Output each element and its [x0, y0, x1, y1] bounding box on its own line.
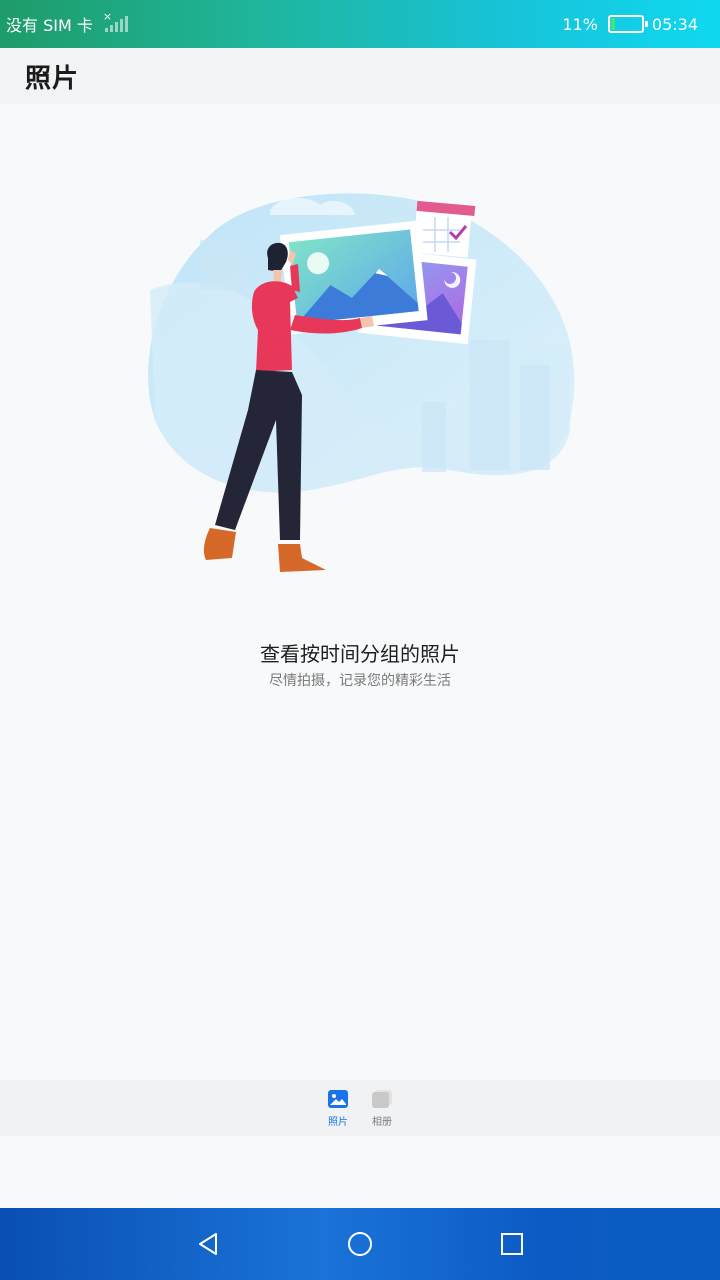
- empty-state-title: 查看按时间分组的照片: [260, 642, 460, 666]
- tab-label: 相册: [372, 1117, 392, 1128]
- tab-albums[interactable]: 相册: [367, 1080, 397, 1136]
- recents-square-icon: [501, 1233, 523, 1255]
- carrier-text: 没有 SIM 卡: [6, 16, 93, 35]
- person-holding-photos-illustration: [148, 193, 575, 572]
- page-title: 照片: [25, 63, 80, 94]
- battery-icon: [607, 15, 648, 33]
- tab-photos[interactable]: 照片: [323, 1080, 353, 1136]
- tab-label: 照片: [328, 1117, 348, 1128]
- clock: 05:34: [651, 14, 698, 34]
- status-left: 没有 SIM 卡 ×: [6, 10, 128, 36]
- status-right: 11% 05:34: [562, 15, 698, 34]
- status-bar: 没有 SIM 卡 × 11% 05:34: [0, 0, 720, 48]
- signal-icon: ×: [103, 10, 128, 32]
- recents-button[interactable]: [495, 1227, 529, 1261]
- back-button[interactable]: [191, 1227, 225, 1261]
- album-icon: [372, 1090, 392, 1108]
- photo-icon: [328, 1090, 348, 1108]
- battery-percent: 11%: [562, 14, 598, 34]
- home-button[interactable]: [343, 1227, 377, 1261]
- app-header: 照片: [0, 48, 720, 104]
- system-nav-bar: [0, 1208, 720, 1280]
- empty-state-subtitle: 尽情拍摄，记录您的精彩生活: [269, 673, 451, 689]
- back-triangle-icon: [199, 1233, 217, 1255]
- bottom-tab-bar: 照片 相册: [0, 1080, 720, 1136]
- home-circle-icon: [348, 1232, 372, 1256]
